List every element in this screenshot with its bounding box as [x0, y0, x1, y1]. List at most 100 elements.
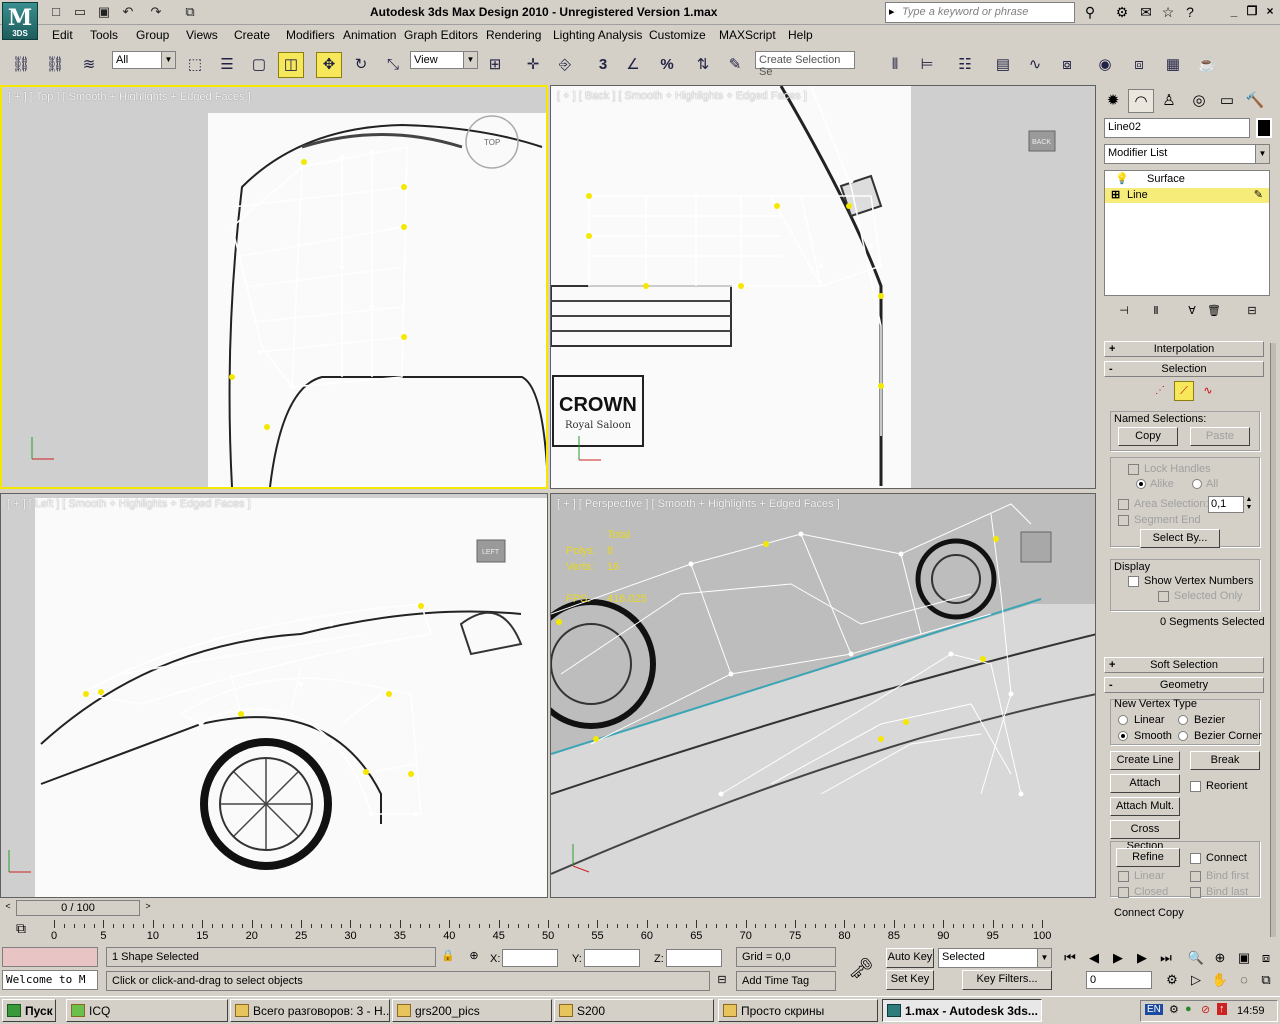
search-input[interactable]: Type a keyword or phrase	[885, 2, 1075, 23]
key-filters-button[interactable]: Key Filters...	[962, 970, 1052, 990]
viewport-label[interactable]: [ + ] [ Top ] [ Smooth + Highlights + Ed…	[8, 91, 251, 103]
menu-group[interactable]: Group	[136, 28, 169, 42]
next-frame-icon[interactable]: ▶	[1132, 948, 1152, 968]
slider-next-icon[interactable]: >	[142, 901, 154, 915]
connect-checkbox[interactable]	[1190, 853, 1201, 864]
menu-graph-editors[interactable]: Graph Editors	[404, 28, 478, 42]
bind-space-warp-icon[interactable]: ≋	[76, 52, 102, 78]
selection-filter-dropdown[interactable]: All ▼	[112, 51, 176, 69]
maximize-viewport-icon[interactable]: ⧉	[1256, 970, 1276, 990]
quick-render-teapot-icon[interactable]: ☕	[1194, 52, 1220, 78]
expand-plus-icon[interactable]: ⊞	[1111, 188, 1120, 201]
create-line-button[interactable]: Create Line	[1110, 751, 1180, 770]
binoculars-icon[interactable]: ⚲	[1080, 3, 1100, 21]
bind-first-checkbox[interactable]	[1190, 871, 1201, 882]
lightbulb-icon[interactable]: 💡	[1115, 172, 1129, 185]
stack-item-surface[interactable]: 💡 Surface	[1105, 172, 1269, 187]
reorient-checkbox[interactable]	[1190, 781, 1201, 792]
percent-snap-icon[interactable]: %	[654, 52, 680, 78]
rendered-frame-window-icon[interactable]: ▦	[1160, 52, 1186, 78]
rollout-interpolation[interactable]: + Interpolation	[1104, 341, 1264, 357]
curve-editor-icon[interactable]: ∿	[1022, 52, 1048, 78]
hierarchy-tab-icon[interactable]: ♙	[1156, 89, 1182, 113]
window-crossing-icon[interactable]: ◫	[278, 52, 304, 78]
task-icq[interactable]: ICQ	[66, 999, 228, 1022]
keyboard-shortcut-icon[interactable]: ⎆	[552, 52, 578, 78]
viewport-left[interactable]: LEFT [ + ] [ Left ] [ Smooth + Highlight…	[0, 493, 548, 898]
utilities-tab-icon[interactable]: 🔨	[1242, 89, 1268, 113]
rollout-scrollbar[interactable]	[1270, 343, 1276, 937]
break-button[interactable]: Break	[1190, 751, 1260, 770]
closed-checkbox[interactable]	[1118, 887, 1129, 898]
rollout-selection[interactable]: - Selection	[1104, 361, 1264, 377]
x-coordinate-field[interactable]	[502, 949, 558, 967]
trackbar[interactable]: ⧉ 0 5 10 15 20 25 30 35 40 45 50 55 60 65 70 75 80 85 90 95…	[0, 918, 1100, 944]
rollout-soft-selection[interactable]: + Soft Selection	[1104, 657, 1264, 673]
angle-snap-icon[interactable]: ∠	[620, 52, 646, 78]
all-radio[interactable]	[1192, 479, 1202, 489]
undo-icon[interactable]: ↶	[118, 3, 138, 21]
go-to-end-icon[interactable]: ⏭	[1156, 948, 1176, 968]
attach-button[interactable]: Attach	[1110, 774, 1180, 793]
tray-network-icon[interactable]: ⚙	[1169, 1003, 1179, 1016]
object-name-field[interactable]: Line02	[1104, 118, 1250, 138]
lock-selection-icon[interactable]: 🔒	[440, 949, 456, 965]
select-manipulate-icon[interactable]: ✛	[520, 52, 546, 78]
menu-animation[interactable]: Animation	[343, 28, 396, 42]
curve-editor-mini-icon[interactable]: ⧉	[8, 920, 34, 940]
absolute-mode-icon[interactable]: ⊕	[466, 949, 482, 965]
smooth-radio[interactable]	[1118, 731, 1128, 741]
tray-app-icon[interactable]: ⊘	[1201, 1003, 1210, 1016]
task-s200[interactable]: S200	[554, 999, 714, 1022]
previous-frame-icon[interactable]: ◀	[1084, 948, 1104, 968]
select-and-link-icon[interactable]: ⛓	[8, 52, 34, 78]
object-color-swatch[interactable]	[1256, 118, 1272, 138]
viewport-label[interactable]: [ + ] [ Back ] [ Smooth + Highlights + E…	[557, 90, 807, 102]
paste-button[interactable]: Paste	[1190, 427, 1250, 446]
viewport-perspective[interactable]: [ + ] [ Perspective ] [ Smooth + Highlig…	[550, 493, 1096, 898]
menu-tools[interactable]: Tools	[90, 28, 118, 42]
menu-views[interactable]: Views	[186, 28, 218, 42]
maxscript-listener-mini[interactable]	[2, 947, 98, 967]
set-key-button[interactable]: Set Key	[886, 970, 934, 990]
make-unique-icon[interactable]: ∀	[1182, 304, 1202, 322]
named-selection-sets-input[interactable]: Create Selection Se	[755, 51, 855, 78]
field-of-view-icon[interactable]: ▷	[1186, 970, 1206, 990]
bind-last-checkbox[interactable]	[1190, 887, 1201, 898]
current-frame-field[interactable]: 0	[1086, 971, 1152, 989]
cross-section-button[interactable]: Cross Section	[1110, 820, 1180, 852]
create-tab-icon[interactable]: ✹	[1100, 89, 1126, 113]
start-button[interactable]: Пуск	[2, 999, 56, 1022]
tray-antivirus-icon[interactable]: ●	[1185, 1003, 1192, 1015]
vertex-subobject-icon[interactable]: ⋰	[1150, 381, 1170, 401]
key-mode-dropdown[interactable]: Selected ▼	[938, 948, 1052, 968]
stack-item-line[interactable]: ⊞ Line ✎	[1105, 188, 1269, 203]
graphite-modeling-icon[interactable]: ▤	[990, 52, 1016, 78]
add-time-tag-button[interactable]: Add Time Tag	[736, 971, 836, 991]
motion-tab-icon[interactable]: ◎	[1186, 89, 1212, 113]
project-folder-icon[interactable]: ⧉	[180, 3, 200, 21]
display-tab-icon[interactable]: ▭	[1214, 89, 1240, 113]
reference-coordinate-dropdown[interactable]: View ▼	[410, 51, 478, 69]
copy-button[interactable]: Copy	[1118, 427, 1178, 446]
spinner-snap-icon[interactable]: ⇅	[690, 52, 716, 78]
linear-radio[interactable]	[1118, 715, 1128, 725]
zoom-all-icon[interactable]: ⊕	[1210, 948, 1230, 968]
show-end-result-icon[interactable]: Ⅱ	[1146, 304, 1166, 322]
segment-end-checkbox[interactable]	[1118, 515, 1129, 526]
save-icon[interactable]: ▣	[94, 3, 114, 21]
set-key-mode-key-icon[interactable]: 🗝	[846, 956, 876, 980]
modify-tab-icon[interactable]: ◠	[1128, 89, 1154, 113]
orbit-icon[interactable]: ◌	[1234, 970, 1254, 990]
lock-handles-checkbox[interactable]	[1128, 464, 1139, 475]
align-icon[interactable]: ⊨	[914, 52, 940, 78]
language-indicator[interactable]: EN	[1145, 1004, 1163, 1015]
new-file-icon[interactable]: □	[46, 3, 66, 21]
go-to-start-icon[interactable]: ⏮	[1060, 948, 1080, 968]
time-configuration-icon[interactable]: ⚙	[1162, 970, 1182, 990]
close-icon[interactable]: ×	[1262, 3, 1278, 19]
material-editor-icon[interactable]: ◉	[1092, 52, 1118, 78]
menu-modifiers[interactable]: Modifiers	[286, 28, 335, 42]
modifier-list-dropdown[interactable]: Modifier List ▼	[1104, 144, 1270, 164]
unlink-icon[interactable]: ⛓	[42, 52, 68, 78]
